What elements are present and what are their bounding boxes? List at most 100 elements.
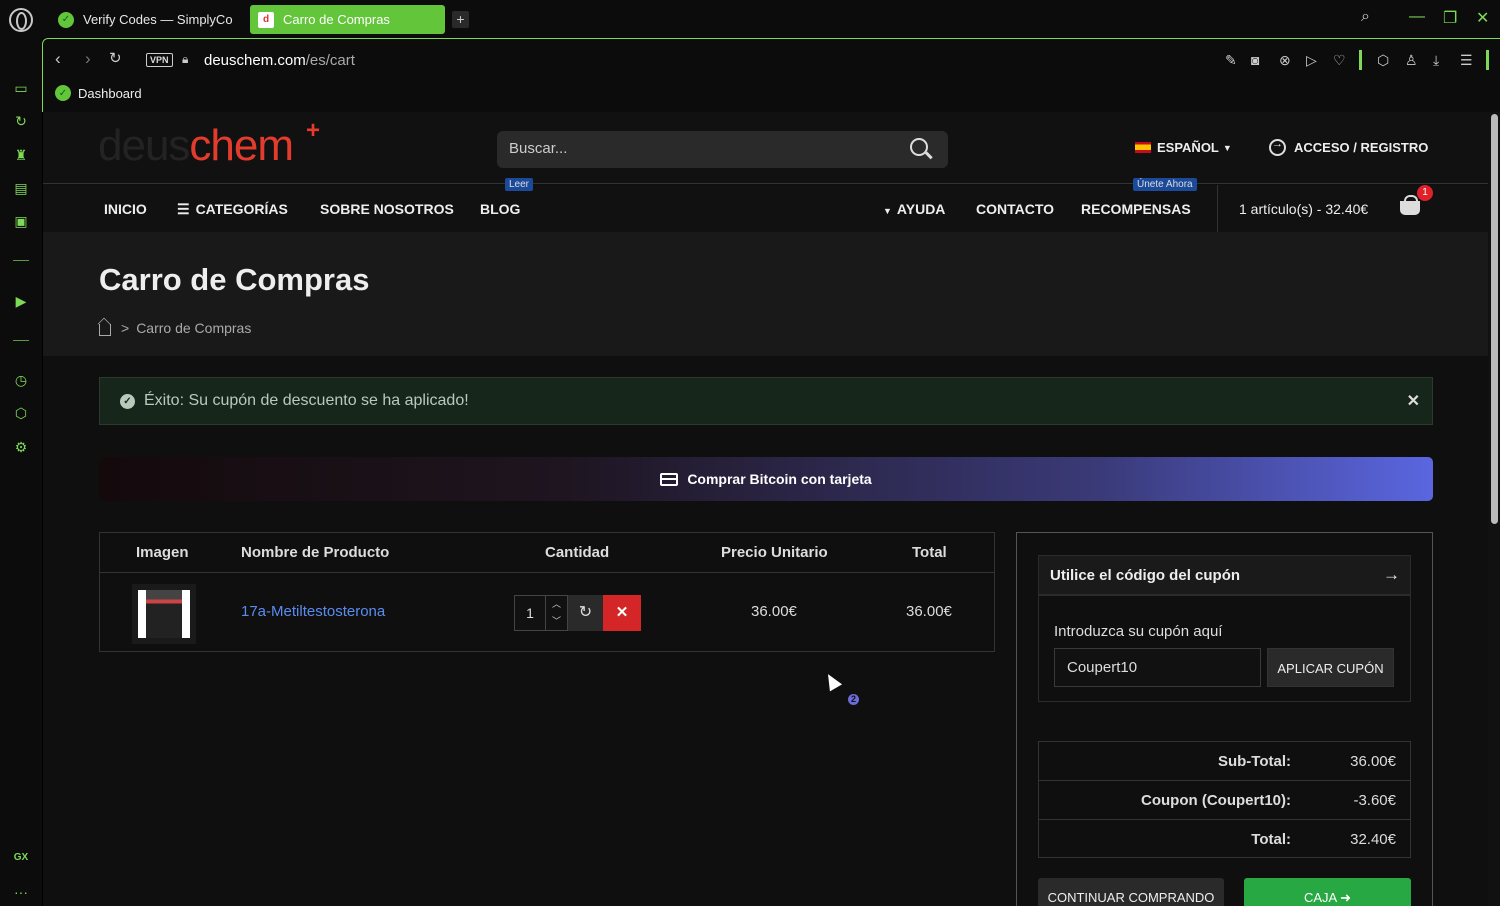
scrollbar-thumb[interactable] <box>1491 114 1498 524</box>
header-quantity: Cantidad <box>545 544 610 561</box>
site-header: deuschem + ESPAÑOL ▼ ACCESO / REGISTRO <box>43 112 1488 184</box>
unit-price-cell: 36.00€ <box>751 603 797 620</box>
player-icon[interactable]: ▶ <box>12 292 30 310</box>
restore-icon[interactable]: ❐ <box>1443 8 1457 28</box>
tab-title: Verify Codes — SimplyCo <box>83 12 233 27</box>
coupon-discount-label: Coupon (Coupert10): <box>1141 792 1291 809</box>
coupon-accordion-header[interactable]: Utilice el código del cupón → <box>1038 555 1411 595</box>
cart-summary[interactable]: 1 artículo(s) - 32.40€ <box>1239 201 1368 217</box>
messenger-icon[interactable]: ▭ <box>12 79 30 97</box>
download-icon[interactable]: ⤓ <box>1433 52 1439 69</box>
toolbar-divider <box>1486 50 1489 70</box>
site-logo[interactable]: deuschem + <box>98 117 320 171</box>
header-unit-price: Precio Unitario <box>721 544 828 561</box>
profile-icon[interactable]: ♙ <box>1405 52 1418 69</box>
history-icon[interactable]: ◷ <box>12 371 30 389</box>
nav-help-label: AYUDA <box>896 201 946 217</box>
coupon-discount-value: -3.60€ <box>1353 792 1396 809</box>
cursor-badge: 2 <box>848 694 859 705</box>
close-icon[interactable]: ✕ <box>1407 391 1420 411</box>
reload-icon[interactable]: ↻ <box>109 49 122 67</box>
mouse-cursor-icon <box>821 670 843 692</box>
apply-coupon-button[interactable]: APLICAR CUPÓN <box>1267 648 1394 687</box>
nav-about[interactable]: SOBRE NOSOTROS <box>320 201 454 217</box>
update-quantity-button[interactable]: ↻ <box>568 595 603 631</box>
hamburger-icon: ☰ <box>177 201 190 217</box>
gx-label[interactable]: GX <box>12 849 30 867</box>
twitch-icon[interactable]: ♜ <box>12 146 30 164</box>
back-icon[interactable]: ‹ <box>55 49 61 69</box>
bookmark-dashboard[interactable]: ✓ Dashboard <box>55 85 142 101</box>
checkout-label: CAJA <box>1303 890 1337 905</box>
close-window-icon[interactable]: ✕ <box>1476 8 1489 28</box>
language-selector[interactable]: ESPAÑOL ▼ <box>1135 140 1232 155</box>
tab-cart[interactable]: d Carro de Compras <box>250 5 445 34</box>
sidebar-more-icon[interactable]: ··· <box>12 883 30 901</box>
buy-bitcoin-banner[interactable]: Comprar Bitcoin con tarjeta <box>99 457 1433 501</box>
nav-help[interactable]: ▼ AYUDA <box>883 201 945 217</box>
edit-icon[interactable]: ✎ <box>1225 52 1237 69</box>
totals-table: Sub-Total: 36.00€ Coupon (Coupert10): -3… <box>1038 741 1411 858</box>
lock-icon[interactable]: 🔒︎ <box>182 52 188 67</box>
browser-sidebar: ▭ ↻ ♜ ▤ ▣ ▶ ◷ ⬡ ⚙ GX ··· <box>0 38 42 906</box>
settings-icon[interactable]: ⚙ <box>12 438 30 456</box>
checkout-button[interactable]: CAJA ➜ <box>1244 878 1411 906</box>
totals-row: Total: 32.40€ <box>1039 820 1410 859</box>
forward-icon[interactable]: › <box>85 49 91 69</box>
nav-home[interactable]: INICIO <box>104 201 147 217</box>
arrow-right-icon: → <box>1383 565 1400 584</box>
send-icon[interactable]: ▷ <box>1306 52 1317 69</box>
wallet-icon[interactable]: ▤ <box>12 179 30 197</box>
opera-gx-logo-icon[interactable] <box>9 8 33 32</box>
gx-corner-icon[interactable]: ▣ <box>12 212 30 230</box>
quantity-input[interactable]: 1 <box>514 595 546 631</box>
subtotal-label: Sub-Total: <box>1217 753 1291 770</box>
login-register-link[interactable]: ACCESO / REGISTRO <box>1269 138 1428 156</box>
nav-contact[interactable]: CONTACTO <box>976 201 1054 217</box>
address-bar-area: ‹ › ↻ VPN 🔒︎ deuschem.com/es/cart ✎ ◙ ⊗ … <box>42 38 1500 112</box>
search-icon[interactable] <box>910 138 928 156</box>
heart-icon[interactable]: ♡ <box>1333 52 1346 69</box>
page-scrollbar[interactable] <box>1488 112 1500 906</box>
continue-shopping-button[interactable]: CONTINUAR COMPRANDO <box>1038 878 1224 906</box>
product-image[interactable] <box>132 584 196 644</box>
breadcrumb-current[interactable]: Carro de Compras <box>136 320 251 336</box>
breadcrumb-separator: > <box>121 320 130 336</box>
camera-icon[interactable]: ◙ <box>1251 52 1259 68</box>
new-tab-button[interactable]: + <box>452 11 469 28</box>
nav-rewards[interactable]: RECOMPENSAS <box>1081 201 1191 217</box>
minimize-icon[interactable]: — <box>1409 8 1425 26</box>
sidebar-divider <box>13 260 29 261</box>
product-name-link[interactable]: 17a-Metiltestosterona <box>241 603 385 620</box>
tab-title: Carro de Compras <box>283 12 390 27</box>
vpn-badge[interactable]: VPN <box>146 53 173 67</box>
refresh-sidebar-icon[interactable]: ↻ <box>12 112 30 130</box>
quantity-stepper[interactable]: ︿ ﹀ <box>546 595 568 631</box>
nav-categories[interactable]: ☰ CATEGORÍAS <box>177 201 288 218</box>
box-icon[interactable]: ⬡ <box>1377 52 1389 69</box>
main-nav: INICIO ☰ CATEGORÍAS SOBRE NOSOTROS Leer B… <box>43 178 1488 232</box>
basket-icon[interactable] <box>1400 195 1420 215</box>
remove-item-button[interactable]: ✕ <box>603 595 641 631</box>
tab-verify-codes[interactable]: ✓ Verify Codes — SimplyCo <box>50 5 240 34</box>
language-label: ESPAÑOL <box>1157 140 1219 155</box>
coupon-body: Introduzca su cupón aquí APLICAR CUPÓN <box>1038 595 1411 702</box>
chevron-down-icon[interactable]: ﹀ <box>546 613 567 630</box>
success-alert: ✓ Éxito: Su cupón de descuento se ha apl… <box>99 377 1433 425</box>
coupon-input[interactable] <box>1054 648 1261 687</box>
blog-badge: Leer <box>505 178 534 191</box>
block-icon[interactable]: ⊗ <box>1279 52 1291 69</box>
tab-favicon-icon: ✓ <box>58 11 74 28</box>
nav-blog[interactable]: BLOG <box>480 201 520 217</box>
menu-icon[interactable]: ☰ <box>1460 52 1473 69</box>
search-input[interactable] <box>509 140 889 157</box>
header-name: Nombre de Producto <box>241 544 390 561</box>
extensions-icon[interactable]: ⬡ <box>12 404 30 422</box>
table-divider <box>100 572 994 573</box>
home-icon[interactable] <box>99 324 111 336</box>
url-field[interactable]: deuschem.com/es/cart <box>204 52 355 69</box>
header-total: Total <box>912 544 947 561</box>
search-tabs-icon[interactable]: ⌕ <box>1361 8 1370 26</box>
chevron-up-icon[interactable]: ︿ <box>546 596 567 613</box>
check-circle-icon: ✓ <box>120 393 135 409</box>
